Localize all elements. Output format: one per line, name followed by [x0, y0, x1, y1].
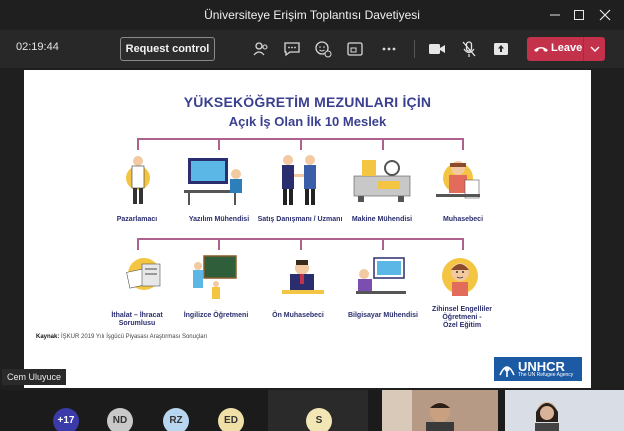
job-label-machine-engineer: Makine Mühendisi — [351, 216, 413, 223]
job-label-computer-engineer: Bilgisayar Mühendisi — [347, 312, 419, 319]
connector-line — [462, 138, 464, 150]
meeting-toolbar: 02:19:44 Request control Leave — [0, 30, 624, 68]
leave-divider — [583, 37, 584, 61]
window-title: Üniversiteye Erişim Toplantısı Davetiyes… — [204, 8, 420, 22]
connector-line — [218, 238, 220, 250]
participant-tile-s[interactable]: S — [268, 390, 368, 431]
minimize-icon — [550, 14, 560, 16]
job-label-sales-consultant: Satış Danışmanı / Uzmanı — [257, 216, 343, 223]
connector-line — [137, 138, 139, 150]
job-label-accountant: Muhasebeci — [442, 216, 484, 223]
connector-line — [300, 138, 302, 150]
marketer-illustration — [126, 156, 150, 204]
connector-line — [382, 138, 384, 150]
accountant-illustration — [436, 161, 480, 199]
share-tray-icon[interactable] — [345, 39, 365, 59]
mic-off-icon[interactable] — [459, 39, 479, 59]
meeting-timer: 02:19:44 — [16, 41, 59, 53]
maximize-icon — [574, 10, 584, 20]
slide-source: Kaynak: İŞKUR 2019 Yılı İşgücü Piyasası … — [36, 334, 208, 340]
english-teacher-illustration — [193, 255, 237, 299]
chevron-down-icon[interactable] — [585, 37, 605, 61]
more-icon[interactable] — [379, 39, 399, 59]
connector-line — [137, 238, 139, 250]
phone-hangup-icon — [534, 47, 548, 52]
close-button[interactable] — [596, 6, 614, 24]
people-icon[interactable] — [251, 39, 271, 59]
participants-overflow-badge[interactable]: +17 — [53, 408, 79, 431]
participant-avatar-ed[interactable]: ED — [218, 408, 244, 431]
connector-line — [218, 138, 220, 150]
job-label-pre-accountant: Ön Muhasebeci — [272, 312, 324, 319]
chat-icon[interactable] — [282, 39, 302, 59]
shared-slide: YÜKSEKÖĞRETİM MEZUNLARI İÇİN Açık İş Ola… — [24, 70, 591, 388]
job-label-marketer: Pazarlamacı — [116, 216, 158, 223]
maximize-button[interactable] — [570, 6, 588, 24]
job-label-import-export: İthalat – İhracat Sorumlusu — [111, 312, 163, 327]
request-control-button[interactable]: Request control — [120, 37, 215, 61]
camera-icon[interactable] — [427, 39, 447, 59]
connector-line — [300, 238, 302, 250]
computer-engineer-illustration — [356, 257, 406, 294]
software-engineer-illustration — [184, 158, 242, 205]
participant-video-1[interactable] — [382, 390, 498, 431]
close-icon — [599, 9, 611, 21]
participant-video-feed — [382, 390, 498, 431]
job-label-english-teacher: İngilizce Öğretmeni — [183, 312, 249, 319]
toolbar-divider — [414, 40, 415, 58]
participant-avatar-nd[interactable]: ND — [107, 408, 133, 431]
unhcr-emblem-icon — [499, 366, 515, 377]
share-icon[interactable] — [491, 39, 511, 59]
leave-label: Leave — [551, 42, 583, 54]
participant-video-feed — [505, 390, 624, 431]
slide-title: YÜKSEKÖĞRETİM MEZUNLARI İÇİN — [183, 94, 432, 110]
pre-accountant-illustration — [282, 260, 324, 294]
machine-engineer-illustration — [353, 160, 411, 202]
presenter-name-tag: Cem Uluyuce — [2, 369, 67, 385]
minimize-button[interactable] — [546, 6, 564, 24]
participant-avatar-rz[interactable]: RZ — [163, 408, 189, 431]
job-label-special-education-teacher: Zihinsel Engelliler Öğretmeni - Özel Eği… — [432, 306, 492, 329]
import-export-illustration — [126, 258, 161, 290]
unhcr-logo: UNHCR The UN Refugee Agency — [494, 357, 582, 381]
connector-line — [462, 238, 464, 250]
connector-line — [382, 238, 384, 250]
special-education-teacher-illustration — [442, 258, 478, 296]
slide-subtitle: Açık İş Olan İlk 10 Meslek — [228, 114, 387, 129]
leave-button[interactable]: Leave — [527, 37, 605, 61]
unhcr-tagline: The UN Refugee Agency — [518, 372, 574, 378]
reactions-icon[interactable] — [313, 39, 333, 59]
title-bar: Üniversiteye Erişim Toplantısı Davetiyes… — [0, 0, 624, 30]
participant-video-2[interactable] — [505, 390, 624, 431]
job-label-software-engineer: Yazılım Mühendisi — [188, 216, 250, 223]
sales-consultant-illustration — [282, 155, 316, 205]
teams-meeting-window: Üniversiteye Erişim Toplantısı Davetiyes… — [0, 0, 624, 431]
participant-avatar-s: S — [306, 408, 332, 431]
